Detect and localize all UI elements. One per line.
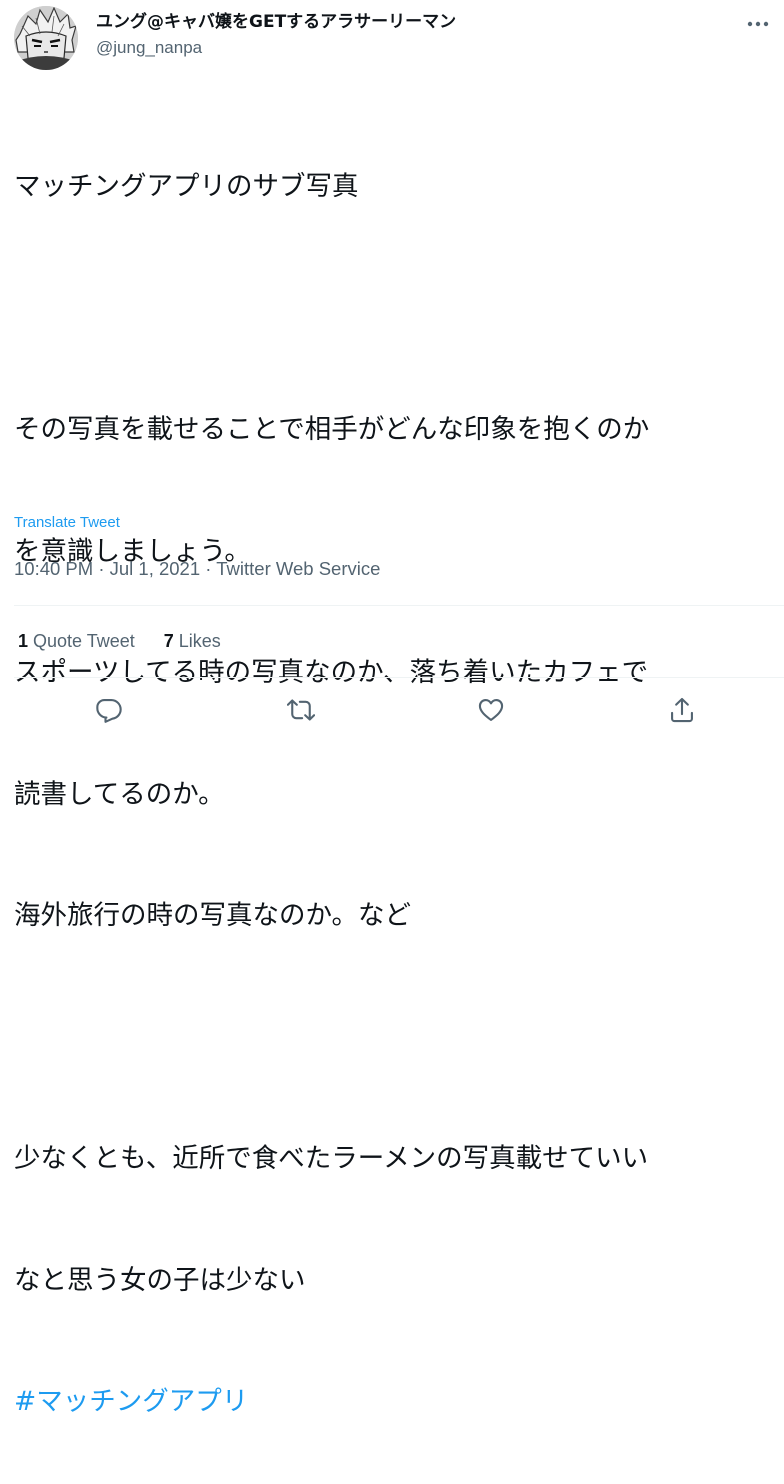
tweet-line: なと思う女の子は少ない [14,1264,306,1296]
hashtag-link[interactable]: #マッチングアプリ [14,1386,248,1417]
tweet-text: マッチングアプリのサブ写真 その写真を載せることで相手がどんな印象を抱くのか を… [14,86,774,1484]
tweet-line: その写真を載せることで相手がどんな印象を抱くのか [14,414,650,445]
tweet-line: 読書してるのか。 [14,778,225,810]
translate-tweet-link[interactable]: Translate Tweet [14,513,120,533]
user-names: ユング@キャバ嬢をGETするアラサーリーマン @jung_nanpa [96,10,456,60]
tweet-stats: 1 Quote Tweet 7 Likes [18,629,245,653]
avatar[interactable] [14,6,78,70]
retweet-icon [287,699,315,721]
tweet-line: 少なくとも、近所で食べたラーメンの写真載せていい [14,1143,649,1174]
tweet: ユング@キャバ嬢をGETするアラサーリーマン @jung_nanpa マッチング… [0,0,784,1417]
more-options-button[interactable] [746,14,770,34]
likes-stat[interactable]: 7 Likes [164,629,221,653]
like-label: Likes [178,631,221,651]
tweet-line [14,289,774,330]
quote-label: Quote Tweet [33,631,135,651]
tweet-line-hashtag: #マッチングアプリ [14,1382,774,1423]
tweet-line: スポーツしてる時の写真なのか、落ち着いたカフェで [14,657,649,688]
reply-button[interactable] [91,692,127,728]
like-button[interactable] [473,692,509,728]
more-icon [747,21,769,27]
divider [14,605,784,606]
quote-count: 1 [18,631,29,651]
heart-icon [478,699,504,721]
share-button[interactable] [664,692,700,728]
divider [14,677,784,678]
retweet-button[interactable] [283,692,319,728]
quote-tweets-stat[interactable]: 1 Quote Tweet [18,629,135,653]
avatar-image [14,6,78,70]
tweet-line: 海外旅行の時の写真なのか。など [14,900,411,931]
reply-icon [96,699,122,723]
user-handle[interactable]: @jung_nanpa [96,36,456,60]
like-count: 7 [163,631,174,651]
tweet-header: ユング@キャバ嬢をGETするアラサーリーマン @jung_nanpa [14,6,774,70]
tweet-line [14,1018,774,1059]
tweet-timestamp[interactable]: 10:40 PM · Jul 1, 2021 · Twitter Web Ser… [14,557,380,581]
tweet-line: マッチングアプリのサブ写真 [14,171,359,202]
tweet-actions [0,692,784,728]
display-name[interactable]: ユング@キャバ嬢をGETするアラサーリーマン [96,10,456,34]
share-icon [671,697,693,723]
